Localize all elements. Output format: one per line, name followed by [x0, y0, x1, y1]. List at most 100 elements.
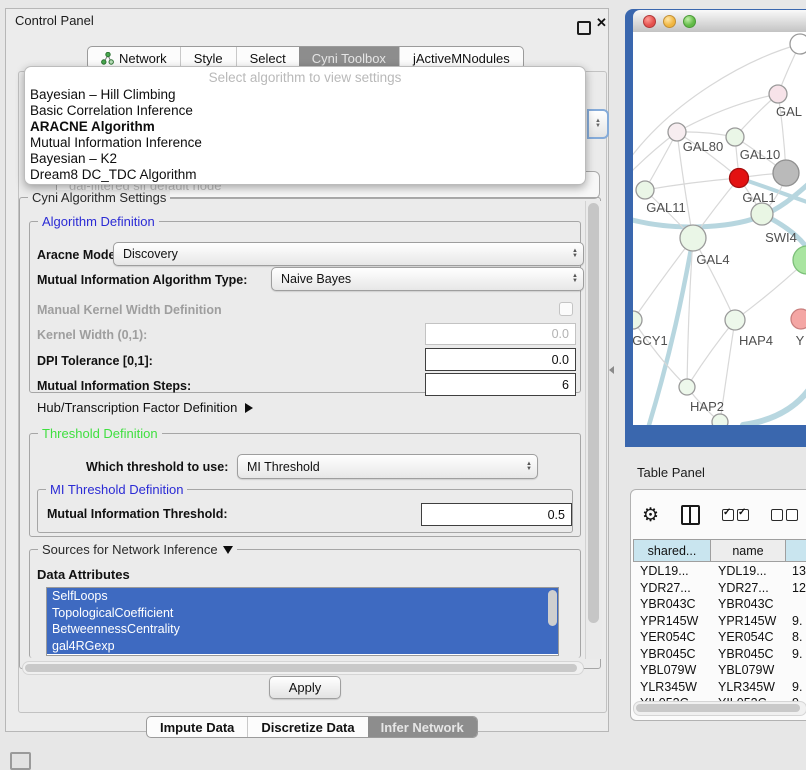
tab-infer-network-label: Infer Network [381, 720, 464, 735]
sources-group-title[interactable]: Sources for Network Inference [38, 542, 237, 557]
tab-select-label: Select [250, 51, 286, 66]
algorithm-definition-title: Algorithm Definition [38, 214, 159, 229]
zoom-window-icon[interactable] [683, 15, 696, 28]
node-label-gal1: GAL1 [742, 190, 775, 205]
settings-group-title: Cyni Algorithm Settings [28, 190, 170, 205]
node-gal1-highlighted[interactable] [730, 169, 749, 188]
network-canvas[interactable]: GAL GAL80 GAL10 GAL1 GAL11 SWI4 GAL4 GCY… [633, 32, 806, 425]
mi-threshold-value: 0.5 [548, 508, 565, 522]
settings-horizontal-scrollbar-thumb[interactable] [25, 664, 577, 672]
popup-item-bayesian-k2[interactable]: Bayesian – K2 [30, 151, 580, 167]
mi-steps-field[interactable]: 6 [425, 373, 576, 396]
node-label-y-partial: Y [796, 333, 805, 348]
column-header-partial[interactable] [785, 539, 806, 562]
table-toolbar [642, 504, 806, 526]
column-header-name[interactable]: name [710, 539, 786, 562]
list-item-selfloops[interactable]: SelfLoops [47, 588, 558, 605]
mi-threshold-label: Mutual Information Threshold: [47, 507, 228, 521]
data-attributes-list[interactable]: SelfLoops TopologicalCoefficient Between… [46, 587, 559, 656]
table-horizontal-scrollbar[interactable] [633, 701, 806, 716]
node-label-swi4: SWI4 [765, 230, 797, 245]
table-panel: shared... name YDL19...YDL19...13 YDR27.… [630, 489, 806, 721]
list-item-gal4rgexp[interactable]: gal4RGexp [47, 638, 558, 655]
node-swi4[interactable] [751, 203, 773, 225]
node-hap4[interactable] [725, 310, 745, 330]
list-item-betweennesscentrality[interactable]: BetweennessCentrality [47, 621, 558, 638]
table-row[interactable]: YBL079WYBL079W [633, 662, 806, 679]
tab-impute-data[interactable]: Impute Data [147, 717, 247, 737]
tab-cyni-toolbox-label: Cyni Toolbox [312, 51, 386, 66]
table-row[interactable]: YER054CYER054C8. [633, 629, 806, 646]
list-item-topologicalcoefficient[interactable]: TopologicalCoefficient [47, 605, 558, 622]
which-threshold-combo[interactable]: MI Threshold [237, 454, 538, 479]
manual-kernel-width-checkbox[interactable] [559, 302, 573, 316]
aracne-mode-combo[interactable]: Discovery [113, 242, 584, 266]
node-green-large[interactable] [793, 246, 806, 274]
mi-threshold-field[interactable]: 0.5 [421, 503, 572, 526]
kernel-width-value: 0.0 [552, 327, 569, 341]
settings-horizontal-scrollbar[interactable] [22, 661, 584, 675]
manual-kernel-width-label: Manual Kernel Width Definition [37, 303, 222, 317]
panel-divider-handle[interactable] [609, 366, 614, 374]
node-label-gal4: GAL4 [696, 252, 729, 267]
tab-infer-network[interactable]: Infer Network [368, 717, 477, 737]
expanded-arrow-icon [223, 546, 233, 554]
mi-steps-label: Mutual Information Steps: [37, 379, 191, 393]
mi-algorithm-type-combo[interactable]: Naive Bayes [271, 267, 584, 291]
node-unnamed-top[interactable] [790, 34, 806, 54]
aracne-mode-value: Discovery [123, 247, 178, 261]
node-hap2[interactable] [679, 379, 695, 395]
popup-item-dream8[interactable]: Dream8 DC_TDC Algorithm [30, 167, 580, 183]
dpi-tolerance-field[interactable]: 0.0 [425, 348, 576, 371]
float-panel-icon[interactable] [577, 21, 591, 35]
network-view-window[interactable]: GAL GAL80 GAL10 GAL1 GAL11 SWI4 GAL4 GCY… [625, 9, 806, 447]
select-all-checkboxes-icon[interactable] [722, 509, 749, 521]
node-unnamed-bottom[interactable] [712, 414, 728, 425]
node-gal4[interactable] [680, 225, 706, 251]
attributes-list-scrollbar-thumb[interactable] [548, 590, 557, 626]
minimize-window-icon[interactable] [663, 15, 676, 28]
clear-all-checkboxes-icon[interactable] [771, 509, 798, 521]
which-threshold-value: MI Threshold [247, 460, 320, 474]
kernel-width-field[interactable]: 0.0 [425, 323, 576, 345]
node-gcy1[interactable] [633, 311, 642, 329]
table-panel-title: Table Panel [637, 465, 705, 480]
table-row[interactable]: YBR043CYBR043C [633, 596, 806, 613]
dpi-tolerance-value: 0.0 [552, 353, 569, 367]
network-graph-icon [101, 52, 114, 65]
split-columns-icon[interactable] [681, 505, 700, 525]
mi-algorithm-type-value: Naive Bayes [281, 272, 351, 286]
gear-icon[interactable] [642, 506, 659, 525]
table-row[interactable]: YPR145WYPR145W9. [633, 613, 806, 630]
popup-item-basic-correlation[interactable]: Basic Correlation Inference [30, 103, 580, 119]
close-window-icon[interactable] [643, 15, 656, 28]
popup-item-mutual-information[interactable]: Mutual Information Inference [30, 135, 580, 151]
which-threshold-label: Which threshold to use: [86, 460, 228, 474]
settings-vertical-scrollbar-thumb[interactable] [588, 203, 599, 623]
network-window-titlebar[interactable] [633, 10, 806, 33]
table-row[interactable]: YDR27...YDR27...12 [633, 580, 806, 597]
popup-item-bayesian-hill-climbing[interactable]: Bayesian – Hill Climbing [30, 87, 580, 103]
popup-item-aracne[interactable]: ARACNE Algorithm [30, 119, 580, 135]
apply-button[interactable]: Apply [269, 676, 341, 699]
algorithm-combo-stepper-icon[interactable] [587, 109, 609, 139]
tab-discretize-data[interactable]: Discretize Data [247, 717, 367, 737]
hub-definition-toggle[interactable]: Hub/Transcription Factor Definition [37, 400, 253, 415]
table-horizontal-scrollbar-thumb[interactable] [636, 704, 800, 712]
node-gal-partial[interactable] [769, 85, 787, 103]
settings-vertical-scrollbar[interactable] [585, 201, 602, 659]
node-gal10[interactable] [726, 128, 744, 146]
apply-button-label: Apply [289, 680, 322, 695]
table-row[interactable]: YDL19...YDL19...13 [633, 563, 806, 580]
table-body: YDL19...YDL19...13 YDR27...YDR27...12 YB… [633, 563, 806, 704]
node-label-gcy1: GCY1 [633, 333, 668, 348]
column-header-shared-name[interactable]: shared... [633, 539, 711, 562]
close-panel-icon[interactable] [596, 15, 607, 31]
table-row[interactable]: YBR045CYBR045C9. [633, 646, 806, 663]
minimized-panel-chip[interactable] [10, 752, 31, 770]
table-row[interactable]: YLR345WYLR345W9. [633, 679, 806, 696]
node-gal11[interactable] [636, 181, 654, 199]
node-salmon[interactable] [791, 309, 806, 329]
node-gray[interactable] [773, 160, 799, 186]
mi-algorithm-type-label: Mutual Information Algorithm Type: [37, 273, 247, 287]
